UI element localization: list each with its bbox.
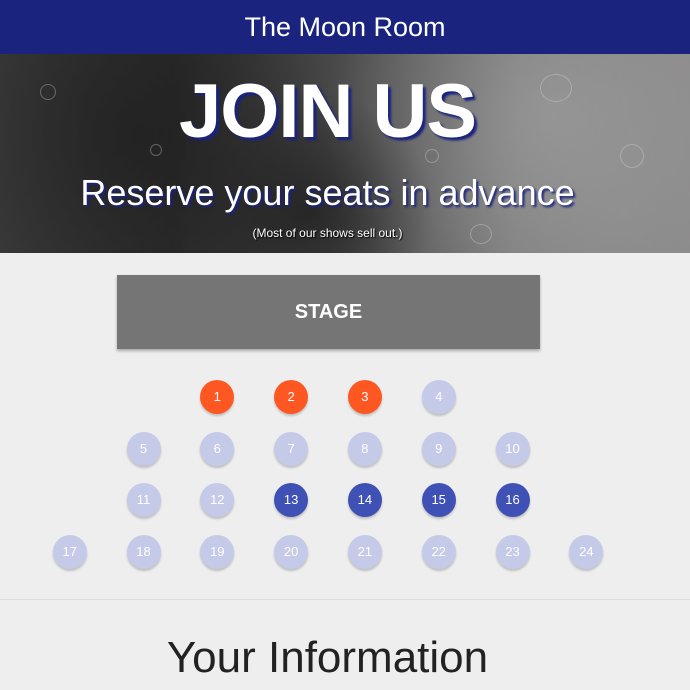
seat-available[interactable]: 7 <box>274 432 309 466</box>
seat-available[interactable]: 18 <box>126 535 161 569</box>
seat-available[interactable]: 4 <box>421 380 456 414</box>
stage-label: STAGE <box>294 301 363 323</box>
hero-note: (Most of our shows sell out.) <box>252 226 403 240</box>
seat-available[interactable]: 23 <box>495 535 530 569</box>
seat-selected[interactable]: 14 <box>347 483 382 517</box>
seat-available[interactable]: 19 <box>200 535 235 569</box>
seat-available[interactable]: 20 <box>274 535 309 569</box>
seat-reserved[interactable]: 3 <box>347 380 382 414</box>
seat-available[interactable]: 9 <box>421 432 456 466</box>
seat-available[interactable]: 10 <box>495 432 530 466</box>
seat-selected[interactable]: 15 <box>421 483 456 517</box>
section-divider <box>0 599 690 600</box>
hero-headline: JOIN US <box>178 69 477 154</box>
seat-reserved[interactable]: 1 <box>200 380 235 414</box>
hero-banner: JOIN US Reserve your seats in advance (M… <box>0 54 690 253</box>
seat-available[interactable]: 12 <box>200 483 235 517</box>
stage: STAGE <box>117 275 540 349</box>
app-title: The Moon Room <box>244 12 446 42</box>
seat-available[interactable]: 21 <box>347 535 382 569</box>
app-header: The Moon Room <box>0 0 690 54</box>
seat-available[interactable]: 8 <box>347 432 382 466</box>
seat-selected[interactable]: 13 <box>274 483 309 517</box>
seat-available[interactable]: 11 <box>126 483 161 517</box>
seat-available[interactable]: 17 <box>52 535 87 569</box>
hero-subheadline: Reserve your seats in advance <box>80 172 575 213</box>
seat-available[interactable]: 24 <box>569 535 604 569</box>
section-title: Your Information <box>166 633 489 682</box>
seat-available[interactable]: 6 <box>200 432 235 466</box>
seat-reserved[interactable]: 2 <box>274 380 309 414</box>
seat-available[interactable]: 5 <box>126 432 161 466</box>
seat-available[interactable]: 22 <box>421 535 456 569</box>
seat-selected[interactable]: 16 <box>495 483 530 517</box>
